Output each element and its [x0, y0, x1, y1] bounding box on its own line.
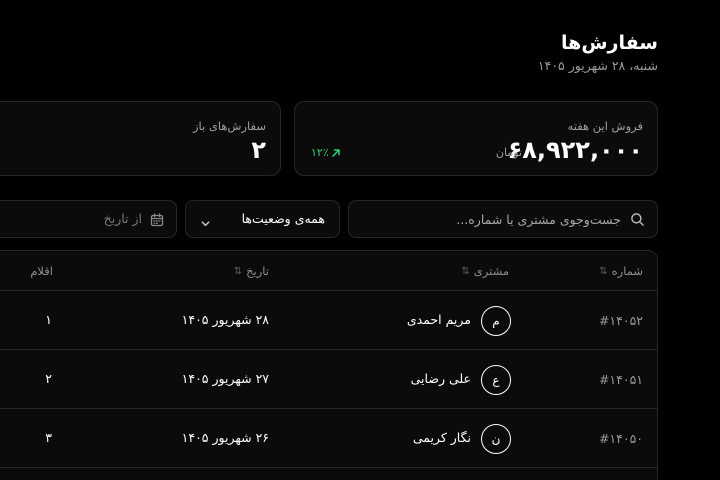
order-number: #۱۴۰۵۱: [598, 372, 643, 387]
weekly-sales-trend: ۱۲٪: [311, 146, 341, 159]
customer-name: مریم احمدی: [406, 312, 471, 327]
sort-icon: ⇅: [461, 265, 470, 277]
column-number-label: شماره: [611, 264, 643, 278]
column-date-label: تاریخ: [246, 264, 269, 278]
customer-name: نگار کریمی: [412, 430, 471, 445]
open-orders-value: ۲: [251, 136, 266, 164]
status-select[interactable]: همه‌ی وضعیت‌ها: [185, 200, 340, 238]
chevron-down-icon: [200, 214, 211, 233]
order-items: ۲: [45, 371, 52, 386]
open-orders-label: سفارش‌های باز: [192, 119, 266, 133]
search-icon: [630, 212, 645, 231]
sort-icon: ⇅: [233, 265, 243, 277]
order-items: ۳: [45, 430, 52, 445]
date-from-placeholder: از تاریخ: [103, 211, 142, 226]
order-number: #۱۴۰۵۰: [598, 431, 643, 446]
table-row[interactable]: #۱۴۰۵۰ ن نگار کریمی ۲۶ شهریور ۱۴۰۵ ۳: [0, 409, 657, 468]
column-items-header: اقلام: [30, 264, 53, 278]
column-customer-header[interactable]: مشتری ⇅: [461, 264, 509, 278]
order-items: ۱: [45, 312, 52, 327]
table-row[interactable]: #۱۴۰۵۱ ع علی رضایی ۲۷ شهریور ۱۴۰۵ ۲: [0, 350, 657, 409]
open-orders-card: سفارش‌های باز ۲: [0, 101, 281, 176]
column-date-header[interactable]: تاریخ ⇅: [234, 264, 269, 278]
arrow-up-right-icon: [331, 148, 341, 158]
column-items-label: اقلام: [30, 264, 53, 278]
table-header: شماره ⇅ مشتری ⇅ تاریخ ⇅ اقلام: [0, 251, 657, 291]
sort-icon: ⇅: [599, 265, 608, 277]
avatar: م: [481, 306, 511, 336]
order-date: ۲۷ شهریور ۱۴۰۵: [181, 371, 269, 386]
weekly-sales-label: فروش این هفته: [567, 119, 643, 133]
avatar: ع: [481, 365, 511, 395]
page-title: سفارش‌ها: [561, 32, 658, 54]
search-input[interactable]: [371, 201, 621, 237]
status-select-label: همه‌ی وضعیت‌ها: [241, 211, 325, 226]
order-date: ۲۸ شهریور ۱۴۰۵: [181, 312, 269, 327]
date-from-field[interactable]: از تاریخ: [0, 200, 177, 238]
weekly-sales-unit: تومان: [495, 146, 522, 159]
page-date: شنبه، ۲۸ شهریور ۱۴۰۵: [537, 58, 658, 73]
column-number-header[interactable]: شماره ⇅: [599, 264, 643, 278]
avatar: ن: [481, 424, 511, 454]
column-customer-label: مشتری: [473, 264, 509, 278]
table-row[interactable]: #۱۴۰۵۲ م مریم احمدی ۲۸ شهریور ۱۴۰۵ ۱: [0, 291, 657, 350]
weekly-sales-card: فروش این هفته ۶۸,۹۲۲,۰۰۰ تومان ۱۲٪: [294, 101, 658, 176]
orders-table: شماره ⇅ مشتری ⇅ تاریخ ⇅ اقلام #۱۴۰۵۲ م م…: [0, 250, 658, 480]
weekly-sales-value: ۶۸,۹۲۲,۰۰۰: [507, 136, 643, 164]
trend-value: ۱۲٪: [311, 146, 329, 159]
search-box[interactable]: [348, 200, 658, 238]
customer-name: علی رضایی: [410, 371, 471, 386]
order-date: ۲۶ شهریور ۱۴۰۵: [181, 430, 269, 445]
order-number: #۱۴۰۵۲: [598, 313, 643, 328]
calendar-icon: [150, 212, 164, 231]
